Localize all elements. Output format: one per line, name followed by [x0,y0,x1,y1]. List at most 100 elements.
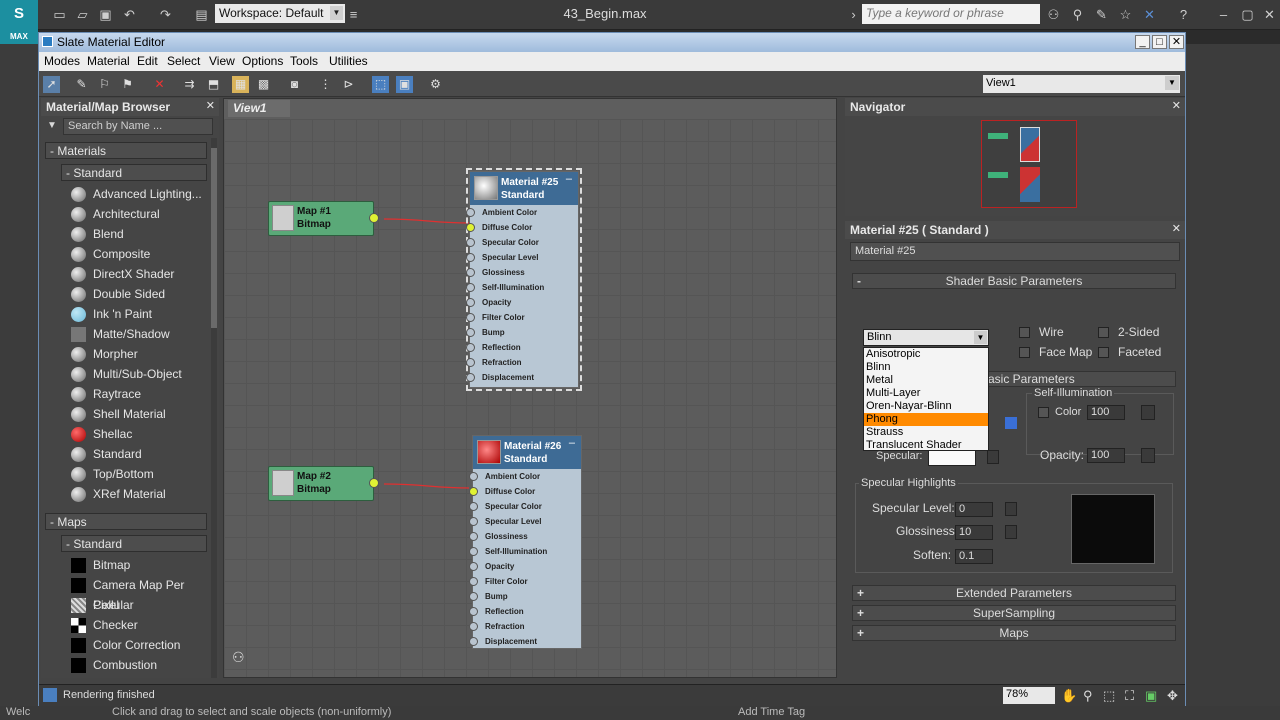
list-item[interactable]: Advanced Lighting... [69,184,207,204]
materials-standard-group[interactable]: - Standard [61,164,207,181]
list-item[interactable]: Standard [69,444,207,464]
rollout-maps[interactable]: + Maps [852,625,1176,641]
binoculars-icon[interactable]: ⚇ [1046,7,1061,22]
list-item[interactable]: Shell Material [69,404,207,424]
menu-material[interactable]: Material [87,54,130,68]
project-icon[interactable]: ▤ [194,7,209,22]
material-name-field[interactable]: Material #25 [850,242,1180,261]
show-map-icon[interactable]: ▦ [232,76,249,93]
navigator-preview[interactable] [981,120,1077,208]
slot-ambient[interactable]: Ambient Color [469,469,581,484]
opacity-spinner[interactable]: 100 [1087,448,1125,463]
list-item[interactable]: Blend [69,224,207,244]
add-time-tag[interactable]: Add Time Tag [738,706,805,718]
new-file-icon[interactable]: ▭ [52,7,67,22]
node-canvas[interactable]: Map #1 Bitmap Map #2 Bitmap Material #25 St… [224,119,836,677]
face-map-checkbox[interactable] [1019,347,1030,358]
close-icon[interactable]: ✕ [1172,99,1181,112]
shader-option-metal[interactable]: Metal [864,374,988,387]
materials-group[interactable]: - Materials [45,142,207,159]
hide-unused-icon[interactable]: ⬒ [205,76,222,93]
close-icon[interactable]: ✕ [1172,222,1181,235]
menu-tools[interactable]: Tools [290,54,318,68]
parameter-editor-toggle-icon[interactable]: ▣ [396,76,413,93]
list-item[interactable]: Raytrace [69,384,207,404]
menu-view[interactable]: View [209,54,235,68]
map1-node[interactable]: Map #1 Bitmap [268,201,379,236]
list-item[interactable]: Ink 'n Paint [69,304,207,324]
list-item[interactable]: Shellac [69,424,207,444]
material-browser-toggle-icon[interactable]: ⬚ [372,76,389,93]
exchange-icon[interactable]: ✕ [1142,7,1157,22]
rollout-supersampling[interactable]: + SuperSampling [852,605,1176,621]
slot-displacement[interactable]: Displacement [466,370,578,385]
expand-icon[interactable]: › [846,7,861,22]
list-item[interactable]: Architectural [69,204,207,224]
put-to-scene-icon[interactable]: ⚑ [119,76,136,93]
slot-refraction[interactable]: Refraction [469,619,581,634]
list-item[interactable]: Bitmap [69,555,207,575]
glossiness-map-button[interactable] [1005,525,1017,539]
assign-material-icon[interactable]: ⚐ [96,76,113,93]
open-file-icon[interactable]: ▱ [75,7,90,22]
zoom-select[interactable]: 78% [1003,687,1055,704]
rollout-basic-params[interactable]: asic Parameters [985,371,1176,387]
slot-self-illumination[interactable]: Self-Illumination [466,280,578,295]
shader-option-anisotropic[interactable]: Anisotropic [864,348,988,361]
shader-option-strauss[interactable]: Strauss [864,426,988,439]
shader-type-select[interactable]: Blinn ▼ [863,329,989,346]
menu-select[interactable]: Select [167,54,200,68]
window-close-button[interactable]: ✕ [1169,35,1184,49]
save-icon[interactable]: ▣ [98,7,113,22]
undo-icon[interactable]: ↶ [122,7,137,22]
zoom-selected-icon[interactable]: ▣ [1145,688,1157,704]
self-illum-map-button[interactable] [1141,405,1155,420]
list-item[interactable]: XRef Material [69,484,207,504]
spec-level-map-button[interactable] [1005,502,1017,516]
slot-opacity[interactable]: Opacity [466,295,578,310]
material25-node[interactable]: Material #25 Standard – Ambient Color Diff… [466,168,582,391]
workspace-select[interactable]: Workspace: Default ▼ [215,4,345,23]
slot-reflection[interactable]: Reflection [469,604,581,619]
slot-bump[interactable]: Bump [466,325,578,340]
lock-icon[interactable] [1005,417,1017,429]
binoculars-icon[interactable]: ⚇ [232,649,245,666]
rollout-shader-basic[interactable]: - Shader Basic Parameters [852,273,1176,289]
collapse-icon[interactable]: – [569,437,575,449]
view-selector[interactable]: View1 ▼ [983,75,1180,93]
tools-icon[interactable]: ✎ [1094,7,1109,22]
keyword-search-input[interactable]: Type a keyword or phrase [862,4,1040,24]
minimize-icon[interactable]: – [1216,7,1231,22]
slot-glossiness[interactable]: Glossiness [466,265,578,280]
slot-specular-level[interactable]: Specular Level [466,250,578,265]
zoom-icon[interactable]: ⚲ [1083,688,1093,704]
app-logo[interactable]: S MAX [0,0,38,44]
shader-option-phong[interactable]: Phong [864,413,988,426]
select-in-browser-icon[interactable]: ⚙ [427,76,444,93]
list-item[interactable]: Checker [69,615,207,635]
slot-reflection[interactable]: Reflection [466,340,578,355]
layout-children-icon[interactable]: ⊳ [340,76,357,93]
pan-view-icon[interactable]: ✥ [1167,688,1178,704]
menu-edit[interactable]: Edit [137,54,158,68]
shader-option-multi-layer[interactable]: Multi-Layer [864,387,988,400]
help-icon[interactable]: ? [1176,7,1191,22]
star-icon[interactable]: ☆ [1118,7,1133,22]
select-by-material-icon[interactable]: ◙ [286,76,303,93]
close-icon[interactable]: ✕ [1262,7,1277,22]
layout-all-icon[interactable]: ⋮ [317,76,334,93]
list-item[interactable]: Top/Bottom [69,464,207,484]
list-item[interactable]: Matte/Shadow [69,324,207,344]
slot-filter-color[interactable]: Filter Color [469,574,581,589]
list-item[interactable]: Color Correction [69,635,207,655]
rollout-extended[interactable]: + Extended Parameters [852,585,1176,601]
spec-level-spinner[interactable]: 0 [955,502,993,517]
pan-icon[interactable]: ✋ [1061,688,1077,704]
slot-diffuse[interactable]: Diffuse Color [469,484,581,499]
close-icon[interactable]: ✕ [206,99,215,112]
menu-options[interactable]: Options [242,54,283,68]
faceted-checkbox[interactable] [1098,347,1109,358]
redo-icon[interactable]: ↷ [158,7,173,22]
tab-view1[interactable]: View1 [228,100,290,117]
search-icon[interactable]: ⚲ [1070,7,1085,22]
